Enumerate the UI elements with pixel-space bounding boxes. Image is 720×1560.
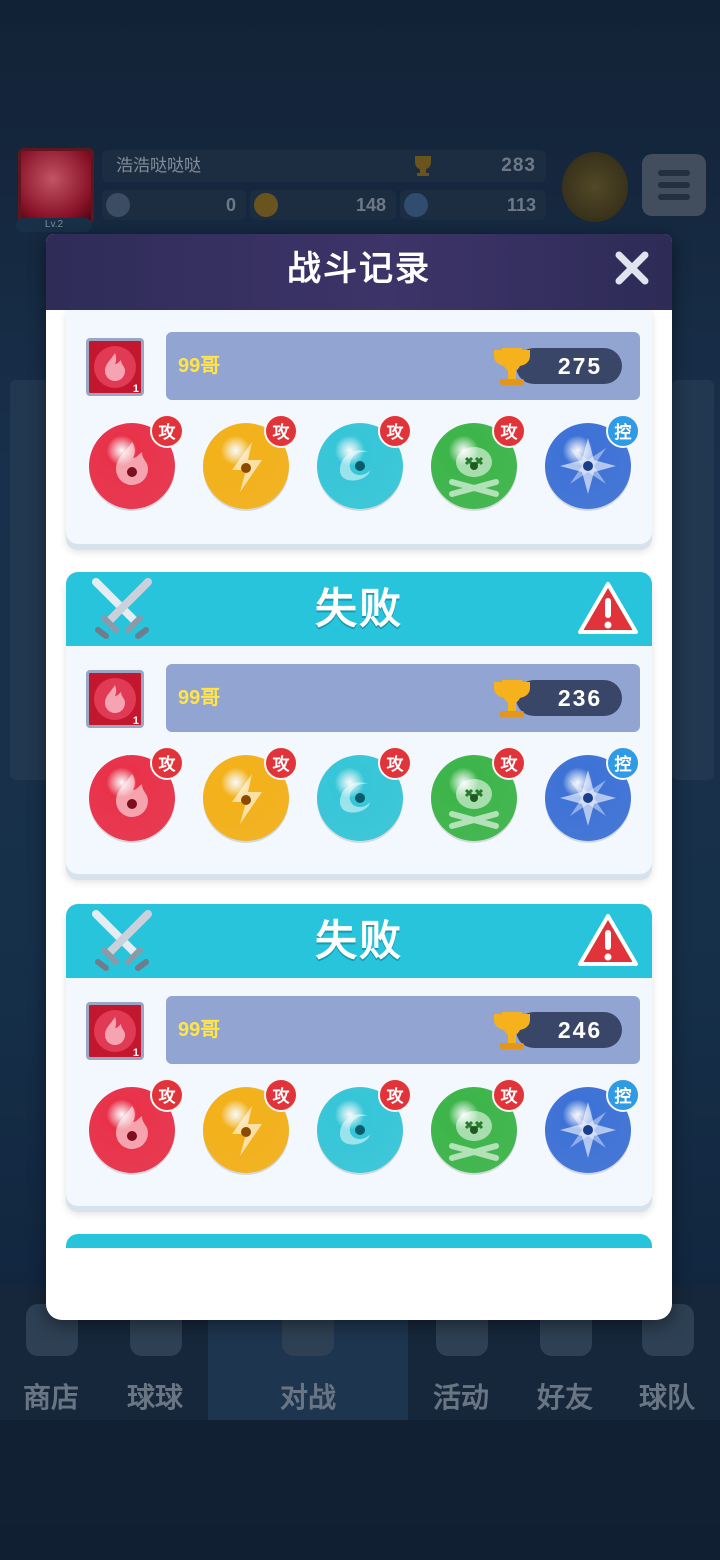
ball-role-badge: 控 [606,414,640,448]
lightning-ball-icon[interactable]: 攻 [200,746,298,844]
fire-ball-icon[interactable]: 攻 [86,1078,184,1176]
lightning-ball-icon[interactable]: 攻 [200,1078,298,1176]
ball-role-badge: 攻 [264,1078,298,1112]
lightning-ball-icon[interactable]: 攻 [200,414,298,512]
wind-ball-icon[interactable]: 攻 [314,746,412,844]
ball-role-badge: 控 [606,746,640,780]
result-bar: 失败 [66,904,652,978]
ball-role-badge: 攻 [378,746,412,780]
next-record-header [66,1234,652,1248]
record-card: 失败 1 99哥 246 攻 攻 攻 攻 控 [66,904,652,1206]
warning-icon[interactable] [576,912,640,970]
ice-ball-icon[interactable]: 控 [542,1078,640,1176]
ball-role-badge: 攻 [264,414,298,448]
record-list[interactable]: 1 99哥 275 攻攻攻攻控 失败 1 99哥 236 攻 攻 攻 攻 控 失… [46,310,672,1248]
ball-role-badge: 攻 [378,414,412,448]
ball-role-badge: 攻 [150,414,184,448]
poison-ball-icon[interactable]: 攻 [428,746,526,844]
warning-icon[interactable] [576,580,640,638]
dialog-title: 战斗记录 [287,250,431,288]
close-icon[interactable] [612,248,652,288]
battle-record-dialog: 战斗记录 1 99哥 275 攻 攻 攻 攻 控 失败 1 99哥 236 攻 … [46,234,672,1320]
ball-role-badge: 攻 [492,1078,526,1112]
ball-role-badge: 攻 [378,1078,412,1112]
fire-ball-icon[interactable]: 攻 [86,746,184,844]
dialog-header: 战斗记录 [46,234,672,310]
ball-lineup: 攻攻攻攻控 [66,990,652,1190]
ball-role-badge: 控 [606,1078,640,1112]
ice-ball-icon[interactable]: 控 [542,414,640,512]
result-bar: 失败 [66,572,652,646]
ball-role-badge: 攻 [264,746,298,780]
record-card: 失败 1 99哥 236 攻 攻 攻 攻 控 [66,572,652,874]
ball-role-badge: 攻 [150,1078,184,1112]
poison-ball-icon[interactable]: 攻 [428,414,526,512]
battle-result: 失败 [314,585,403,632]
fire-ball-icon[interactable]: 攻 [86,414,184,512]
battle-result: 失败 [314,917,403,964]
poison-ball-icon[interactable]: 攻 [428,1078,526,1176]
ball-lineup: 攻攻攻攻控 [66,658,652,858]
ball-role-badge: 攻 [492,746,526,780]
record-card: 1 99哥 275 攻攻攻攻控 [66,310,652,544]
wind-ball-icon[interactable]: 攻 [314,1078,412,1176]
ice-ball-icon[interactable]: 控 [542,746,640,844]
wind-ball-icon[interactable]: 攻 [314,414,412,512]
ball-lineup: 攻攻攻攻控 [66,326,652,526]
ball-role-badge: 攻 [492,414,526,448]
ball-role-badge: 攻 [150,746,184,780]
